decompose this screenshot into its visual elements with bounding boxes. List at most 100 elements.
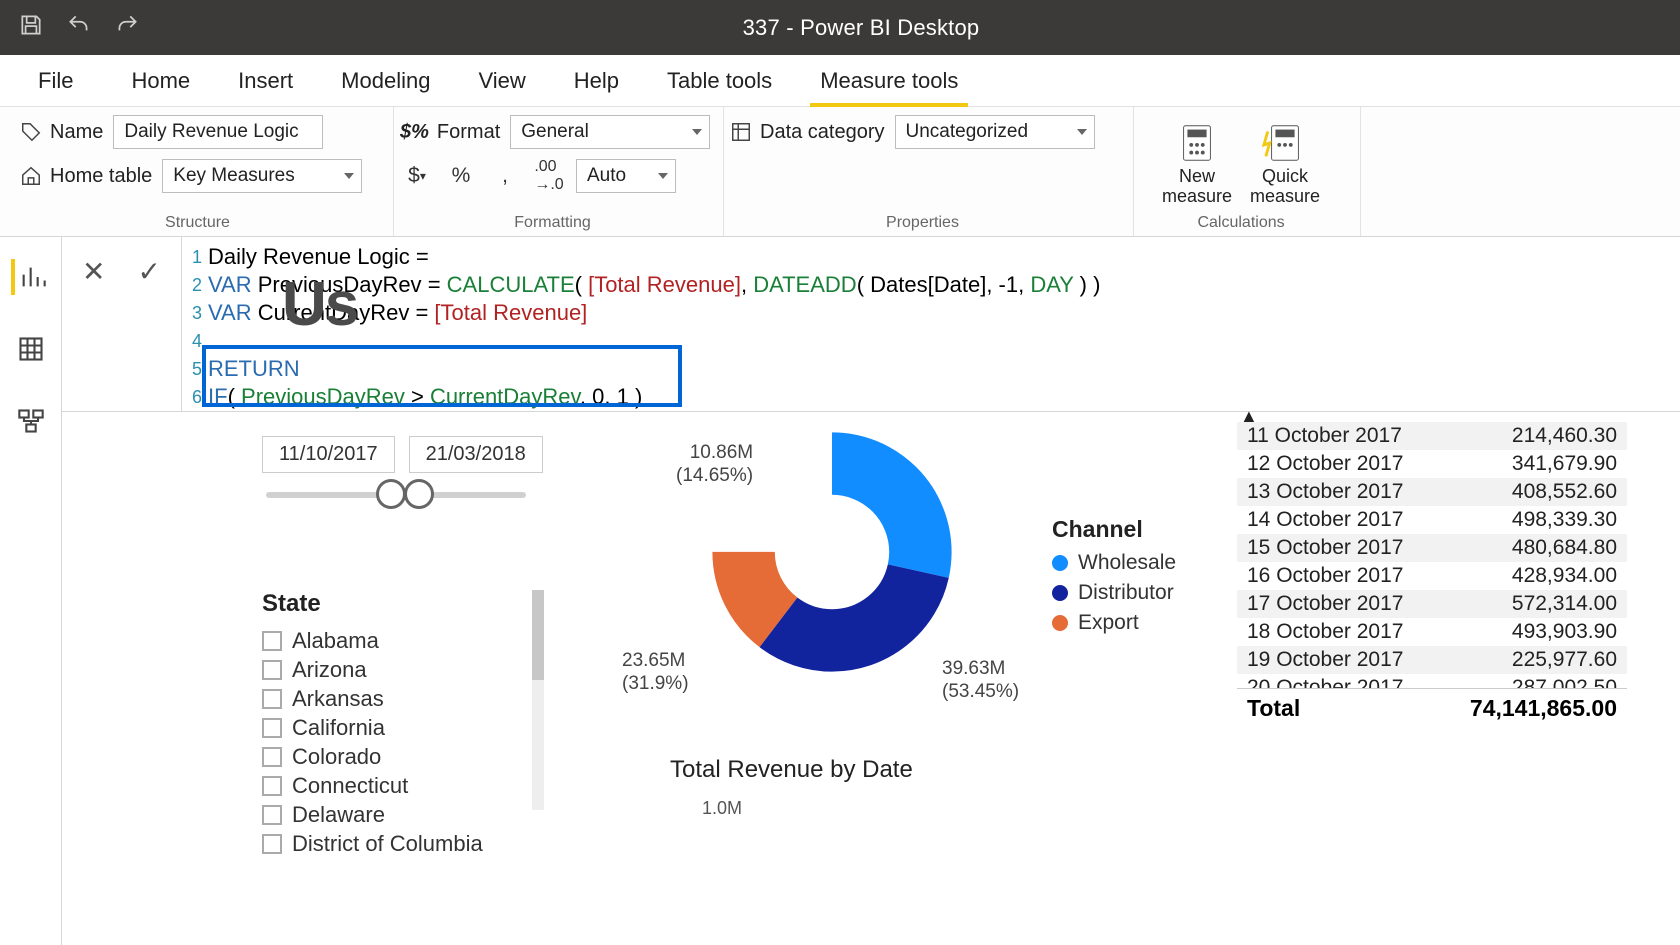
percent-button[interactable]: % (444, 159, 478, 193)
checkbox-icon[interactable] (262, 834, 282, 854)
list-item[interactable]: Connecticut (262, 773, 483, 799)
format-select[interactable] (510, 115, 710, 149)
donut-label-export: 10.86M (14.65%) (676, 442, 753, 488)
save-icon[interactable] (18, 12, 44, 43)
tab-home[interactable]: Home (107, 55, 214, 106)
table-row[interactable]: 19 October 2017225,977.60 (1237, 646, 1627, 674)
quick-measure-button[interactable]: Quick measure (1250, 123, 1320, 207)
table-total-row: Total74,141,865.00 (1237, 688, 1627, 728)
list-item[interactable]: Delaware (262, 802, 483, 828)
swatch-icon (1052, 585, 1068, 601)
checkbox-icon[interactable] (262, 631, 282, 651)
date-from[interactable]: 11/10/2017 (262, 436, 395, 473)
swatch-icon (1052, 615, 1068, 631)
list-item[interactable]: Arkansas (262, 686, 483, 712)
table-row[interactable]: 11 October 2017214,460.30 (1237, 422, 1627, 450)
currency-button[interactable]: $▾ (400, 159, 434, 193)
group-calculations: New measure Quick measure Calculations (1134, 107, 1361, 236)
formula-editor[interactable]: Us 1Daily Revenue Logic = 2VAR PreviousD… (182, 237, 1680, 411)
decimal-button[interactable]: .00→.0 (532, 159, 566, 193)
title-bar: 337 - Power BI Desktop (0, 0, 1680, 55)
scrollbar-thumb[interactable] (532, 590, 544, 680)
group-structure-title: Structure (20, 214, 375, 234)
date-slicer[interactable]: 11/10/2017 21/03/2018 (262, 436, 543, 473)
legend-item[interactable]: Export (1052, 611, 1176, 635)
scrollbar[interactable] (532, 590, 544, 810)
tab-view[interactable]: View (454, 55, 549, 106)
table-row[interactable]: 14 October 2017498,339.30 (1237, 506, 1627, 534)
table-row[interactable]: 16 October 2017428,934.00 (1237, 562, 1627, 590)
checkbox-icon[interactable] (262, 747, 282, 767)
report-view-button[interactable] (11, 259, 47, 295)
y-axis-tick: 1.0M (702, 798, 742, 819)
table-row[interactable]: 15 October 2017480,684.80 (1237, 534, 1627, 562)
slider-thumb-low[interactable] (376, 479, 406, 509)
thousands-button[interactable]: , (488, 159, 522, 193)
legend-item[interactable]: Distributor (1052, 581, 1176, 605)
table-row[interactable]: 12 October 2017341,679.90 (1237, 450, 1627, 478)
name-label: Name (20, 121, 103, 144)
legend-item[interactable]: Wholesale (1052, 551, 1176, 575)
group-properties-title: Properties (730, 214, 1115, 234)
checkbox-icon[interactable] (262, 718, 282, 738)
view-rail (0, 237, 62, 945)
redo-icon[interactable] (114, 12, 140, 43)
data-category-label: Data category (730, 121, 885, 144)
table-row[interactable]: 17 October 2017572,314.00 (1237, 590, 1627, 618)
list-item[interactable]: Arizona (262, 657, 483, 683)
new-measure-button[interactable]: New measure (1162, 123, 1232, 207)
tag-icon (20, 121, 42, 143)
state-title: State (262, 590, 483, 618)
data-view-button[interactable] (13, 331, 49, 367)
undo-icon[interactable] (66, 12, 92, 43)
tab-insert[interactable]: Insert (214, 55, 317, 106)
date-slider[interactable] (266, 492, 526, 498)
tab-file[interactable]: File (14, 55, 97, 106)
report-surface: 11/10/2017 21/03/2018 State Alabama Ariz… (62, 412, 1680, 945)
list-item[interactable]: District of Columbia (262, 831, 483, 857)
background-title-fragment: Us (282, 291, 357, 319)
tab-help[interactable]: Help (550, 55, 643, 106)
window-title: 337 - Power BI Desktop (140, 15, 1582, 41)
home-table-label: Home table (20, 165, 152, 188)
checkbox-icon[interactable] (262, 660, 282, 680)
format-label: $% Format (400, 121, 500, 144)
tab-modeling[interactable]: Modeling (317, 55, 454, 106)
legend-title: Channel (1052, 516, 1176, 543)
commit-formula-button[interactable]: ✓ (130, 251, 169, 292)
line-chart-title: Total Revenue by Date (670, 756, 913, 784)
donut-chart[interactable]: 10.86M (14.65%) 23.65M (31.9%) 39.63M (5… (622, 422, 1122, 687)
list-item[interactable]: Colorado (262, 744, 483, 770)
list-item[interactable]: Alabama (262, 628, 483, 654)
measure-name-input[interactable] (113, 115, 323, 149)
decimal-places-input[interactable] (576, 159, 676, 193)
date-to[interactable]: 21/03/2018 (409, 436, 543, 473)
category-icon (730, 121, 752, 143)
home-table-select[interactable] (162, 159, 362, 193)
group-calculations-title: Calculations (1140, 214, 1342, 234)
ribbon: Name Home table Structure $% Format (0, 107, 1680, 237)
slider-thumb-high[interactable] (404, 479, 434, 509)
table-row[interactable]: 13 October 2017408,552.60 (1237, 478, 1627, 506)
data-category-select[interactable] (895, 115, 1095, 149)
checkbox-icon[interactable] (262, 689, 282, 709)
group-structure: Name Home table Structure (14, 107, 394, 236)
swatch-icon (1052, 555, 1068, 571)
tab-measure-tools[interactable]: Measure tools (796, 55, 982, 106)
tab-table-tools[interactable]: Table tools (643, 55, 796, 106)
group-properties: Data category Properties (724, 107, 1134, 236)
cancel-formula-button[interactable]: ✕ (74, 251, 113, 292)
revenue-table[interactable]: 11 October 2017214,460.30 12 October 201… (1237, 422, 1627, 728)
formula-bar: ✕ ✓ Us 1Daily Revenue Logic = 2VAR Previ… (62, 237, 1680, 412)
quick-calculator-icon (1262, 123, 1308, 163)
model-view-button[interactable] (13, 403, 49, 439)
state-slicer[interactable]: State Alabama Arizona Arkansas Californi… (262, 590, 483, 857)
checkbox-icon[interactable] (262, 805, 282, 825)
group-formatting: $% Format $▾ % , .00→.0 Formatting (394, 107, 724, 236)
group-formatting-title: Formatting (400, 214, 705, 234)
checkbox-icon[interactable] (262, 776, 282, 796)
list-item[interactable]: California (262, 715, 483, 741)
donut-label-distributor: 23.65M (31.9%) (622, 650, 689, 696)
table-row[interactable]: 20 October 2017287,002.50 (1237, 674, 1627, 688)
table-row[interactable]: 18 October 2017493,903.90 (1237, 618, 1627, 646)
